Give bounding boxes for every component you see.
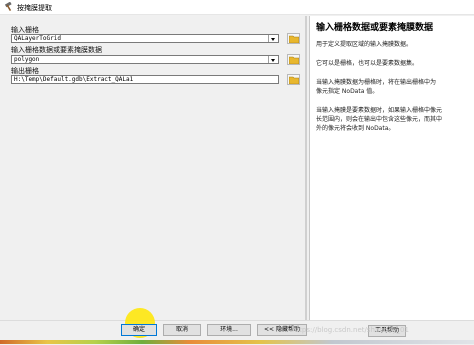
help-paragraph: 用于定义提取区域的输入掩膜数据。: [316, 41, 413, 48]
cancel-button[interactable]: 取消: [163, 324, 201, 336]
help-paragraph: 它可以是栅格，也可以是要素数据集。: [316, 60, 419, 67]
watermark: https://blog.csdn.net/shanboy_01: [292, 326, 409, 334]
help-paragraph: 外的像元将会收到 NoData。: [316, 125, 395, 132]
chevron-down-icon[interactable]: [268, 35, 278, 42]
folder-icon: [289, 76, 299, 84]
help-title: 输入栅格数据或要素掩膜数据: [316, 23, 434, 33]
mask-value: polygon: [14, 56, 40, 63]
input-raster-value: QALayerToGrid: [14, 35, 61, 42]
input-raster-browse-button[interactable]: [287, 33, 300, 44]
panel-splitter[interactable]: [305, 16, 307, 320]
mask-browse-button[interactable]: [287, 54, 300, 65]
help-paragraph: 长范围内，则会在输出中包含这些像元，而其中: [316, 116, 443, 123]
ok-button[interactable]: 确定: [121, 324, 157, 336]
folder-icon: [289, 56, 299, 64]
input-raster-combo[interactable]: QALayerToGrid: [11, 34, 279, 43]
chevron-down-icon[interactable]: [268, 56, 278, 63]
folder-icon: [289, 35, 299, 43]
mask-label: 输入栅格数据或要素掩膜数据: [11, 46, 102, 54]
environments-button[interactable]: 环境...: [207, 324, 251, 336]
help-paragraph: 像元指定 NoData 值。: [316, 88, 379, 95]
output-raster-value: H:\Temp\Default.gdb\Extract_QALa1: [14, 76, 134, 83]
desktop-strip: [0, 340, 474, 344]
help-paragraph: 当输入掩膜是要素数据时，如果输入栅格中像元: [316, 107, 443, 114]
output-raster-browse-button[interactable]: [287, 74, 300, 85]
mask-combo[interactable]: polygon: [11, 55, 279, 64]
help-panel: 输入栅格数据或要素掩膜数据 用于定义提取区域的输入掩膜数据。 它可以是栅格，也可…: [309, 16, 474, 320]
window-title: 按掩膜提取: [17, 4, 52, 12]
hammer-icon: [4, 1, 14, 12]
parameters-panel: 输入栅格 QALayerToGrid 输入栅格数据或要素掩膜数据 polygon…: [3, 16, 305, 320]
title-bar: 按掩膜提取: [0, 0, 474, 15]
help-paragraph: 当输入掩膜数据为栅格时，将在输出栅格中为: [316, 79, 437, 86]
output-raster-field[interactable]: H:\Temp\Default.gdb\Extract_QALa1: [11, 75, 279, 84]
